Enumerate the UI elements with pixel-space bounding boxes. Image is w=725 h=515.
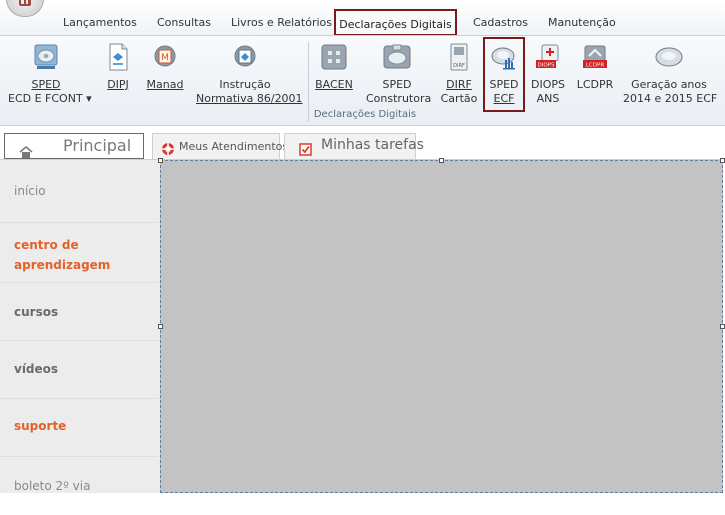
sidebar: início centro de aprendizagem cursos víd… xyxy=(0,160,160,493)
ribbon-panel: SPED ECD E FCONT ▾ DIPJ M Manad Instruçã… xyxy=(0,35,725,126)
app-menu-button[interactable] xyxy=(6,0,44,17)
bacen-icon xyxy=(319,42,349,72)
dirf-label-1: DIRF xyxy=(446,78,472,91)
sidebar-item-boleto[interactable]: boleto 2º via xyxy=(0,457,158,497)
manad-icon-letter: M xyxy=(161,53,169,63)
tab-minhas-tarefas[interactable]: Minhas tarefas xyxy=(284,133,424,159)
tab-minhas-tarefas-label: Minhas tarefas xyxy=(321,137,424,153)
lcdpr-icon: LCDPR xyxy=(580,42,610,72)
manad-label: Manad xyxy=(146,78,184,91)
instrucao-normativa-button[interactable]: Instrução Normativa 86/2001 xyxy=(196,42,303,106)
app-grid-icon xyxy=(19,0,31,6)
sidebar-item-cursos[interactable]: cursos xyxy=(0,283,158,341)
diops-ans-button[interactable]: DIOPS DIOPS ANS xyxy=(528,42,568,106)
diops-label-2: ANS xyxy=(536,92,560,105)
diops-icon: DIOPS xyxy=(533,42,563,72)
sped-ecf-highlight xyxy=(483,37,525,112)
diops-icon-text: DIOPS xyxy=(538,63,556,69)
tab-principal[interactable]: Principal xyxy=(4,133,144,159)
resize-handle[interactable] xyxy=(158,324,163,329)
sped-ecd-label-1: SPED xyxy=(31,78,61,91)
dirf-icon: DIRF xyxy=(444,42,474,72)
tab-manutencao[interactable]: Manutenção xyxy=(548,13,616,33)
geracao-anos-button[interactable]: Geração anos 2014 e 2015 ECF xyxy=(623,42,718,106)
lcdpr-icon-text: LCDPR xyxy=(586,63,604,69)
bacen-label: BACEN xyxy=(315,78,353,91)
tab-livros-relatorios[interactable]: Livros e Relatórios xyxy=(231,13,332,33)
dipj-button[interactable]: DIPJ xyxy=(103,42,133,92)
instrucao-label-1: Instrução xyxy=(219,78,271,91)
sped-ecd-label-2: ECD E FCONT ▾ xyxy=(8,92,92,105)
construtora-icon xyxy=(382,42,412,72)
tab-declaracoes-digitais[interactable]: Declarações Digitais xyxy=(334,9,457,36)
lcdpr-button[interactable]: LCDPR LCDPR xyxy=(575,42,615,92)
sidebar-item-centro-aprendizagem[interactable]: centro de aprendizagem xyxy=(0,223,158,283)
instrucao-label-2: Normativa 86/2001 xyxy=(196,92,303,105)
geracao-disc-icon xyxy=(654,42,684,72)
geracao-label-2: 2014 e 2015 ECF xyxy=(623,92,718,105)
ribbon-group-label: Declarações Digitais xyxy=(313,109,417,120)
tab-principal-label: Principal xyxy=(63,136,132,155)
dirf-icon-text: DIRF xyxy=(453,63,465,69)
manad-button[interactable]: M Manad xyxy=(145,42,185,92)
lcdpr-label: LCDPR xyxy=(576,78,614,91)
instrucao-icon xyxy=(230,42,260,72)
sidebar-item-suporte[interactable]: suporte xyxy=(0,399,158,457)
ribbon-tab-bar: Lançamentos Consultas Livros e Relatório… xyxy=(0,0,725,36)
tab-meus-atendimentos[interactable]: Meus Atendimentos xyxy=(152,133,288,159)
document-icon xyxy=(103,42,133,72)
manad-icon: M xyxy=(150,42,180,72)
resize-handle[interactable] xyxy=(158,158,163,163)
sidebar-item-videos[interactable]: vídeos xyxy=(0,341,158,399)
dirf-cartao-button[interactable]: DIRF DIRF Cartão xyxy=(440,42,478,106)
diops-label-1: DIOPS xyxy=(531,78,565,91)
construtora-label-1: SPED xyxy=(382,78,412,91)
bacen-button[interactable]: BACEN xyxy=(314,42,354,92)
resize-handle[interactable] xyxy=(439,158,444,163)
tab-consultas[interactable]: Consultas xyxy=(157,13,211,33)
resize-handle[interactable] xyxy=(720,324,725,329)
geracao-label-1: Geração anos xyxy=(631,78,707,91)
resize-handle[interactable] xyxy=(720,158,725,163)
construtora-label-2: Construtora xyxy=(366,92,432,105)
tab-lancamentos[interactable]: Lançamentos xyxy=(63,13,137,33)
sped-ecd-fcont-button[interactable]: SPED ECD E FCONT ▾ xyxy=(8,42,92,106)
tab-cadastros[interactable]: Cadastros xyxy=(473,13,528,33)
sped-disc-icon xyxy=(31,42,61,72)
sidebar-item-inicio[interactable]: início xyxy=(0,160,158,223)
main-content-area xyxy=(158,158,725,493)
tab-meus-atendimentos-label: Meus Atendimentos xyxy=(179,140,289,153)
dipj-label: DIPJ xyxy=(107,78,129,91)
document-tabs: Principal Meus Atendimentos Minhas taref… xyxy=(0,126,725,160)
dirf-label-2: Cartão xyxy=(440,92,478,105)
sped-construtora-button[interactable]: SPED Construtora xyxy=(366,42,432,106)
